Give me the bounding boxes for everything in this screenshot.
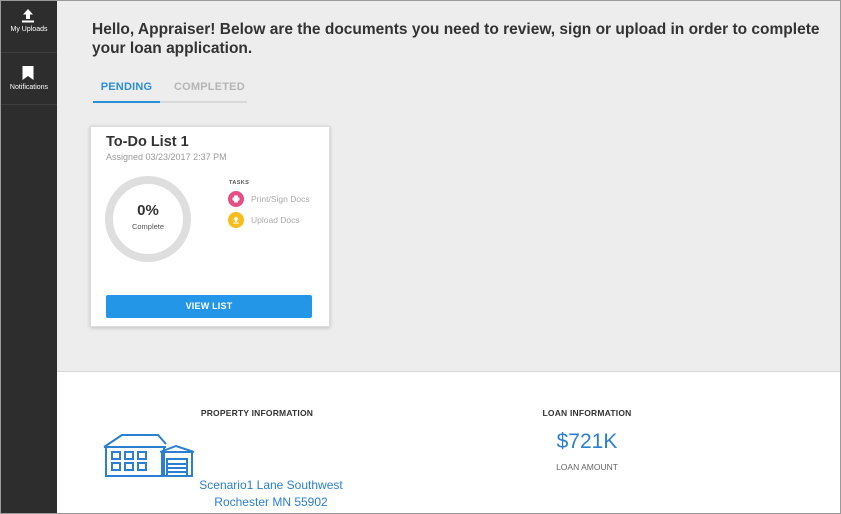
sidebar-item-label: My Uploads bbox=[10, 26, 48, 33]
tab-bar: PENDING COMPLETED bbox=[93, 79, 247, 103]
upload-icon bbox=[22, 9, 34, 23]
bookmark-icon bbox=[22, 66, 34, 80]
app-window: My Uploads Notifications Hello, Appraise… bbox=[0, 0, 841, 514]
sidebar: My Uploads Notifications bbox=[1, 1, 57, 513]
loan-amount-label: LOAN AMOUNT bbox=[556, 462, 618, 472]
upload-icon bbox=[228, 212, 244, 228]
sidebar-item-notifications[interactable]: Notifications bbox=[1, 53, 57, 105]
tab-completed[interactable]: COMPLETED bbox=[174, 81, 245, 103]
main-content: Hello, Appraiser! Below are the document… bbox=[57, 1, 840, 372]
todo-card: To-Do List 1 Assigned 03/23/2017 2:37 PM… bbox=[90, 126, 330, 327]
tasks-heading: TASKS bbox=[229, 180, 250, 186]
sidebar-item-label: Notifications bbox=[9, 84, 49, 91]
house-icon bbox=[103, 434, 195, 477]
loan-info-heading: LOAN INFORMATION bbox=[542, 408, 632, 418]
view-list-button[interactable]: VIEW LIST bbox=[106, 295, 312, 318]
address-line1[interactable]: Scenario1 Lane Southwest bbox=[171, 478, 371, 492]
address-line2[interactable]: Rochester MN 55902 bbox=[171, 495, 371, 509]
printer-icon bbox=[228, 191, 244, 207]
sidebar-item-my-uploads[interactable]: My Uploads bbox=[1, 1, 57, 53]
progress-value: 0% bbox=[137, 202, 159, 219]
page-greeting: Hello, Appraiser! Below are the document… bbox=[92, 21, 820, 57]
progress-label: Complete bbox=[131, 222, 165, 231]
tab-pending[interactable]: PENDING bbox=[93, 81, 160, 103]
card-title: To-Do List 1 bbox=[106, 134, 189, 150]
loan-amount-value: $721K bbox=[556, 430, 618, 453]
progress-ring: 0% Complete bbox=[105, 176, 191, 262]
assigned-date: Assigned 03/23/2017 2:37 PM bbox=[106, 152, 227, 162]
task-label: Upload Docs bbox=[251, 215, 300, 225]
task-label: Print/Sign Docs bbox=[251, 194, 310, 204]
property-info-heading: PROPERTY INFORMATION bbox=[200, 408, 314, 418]
